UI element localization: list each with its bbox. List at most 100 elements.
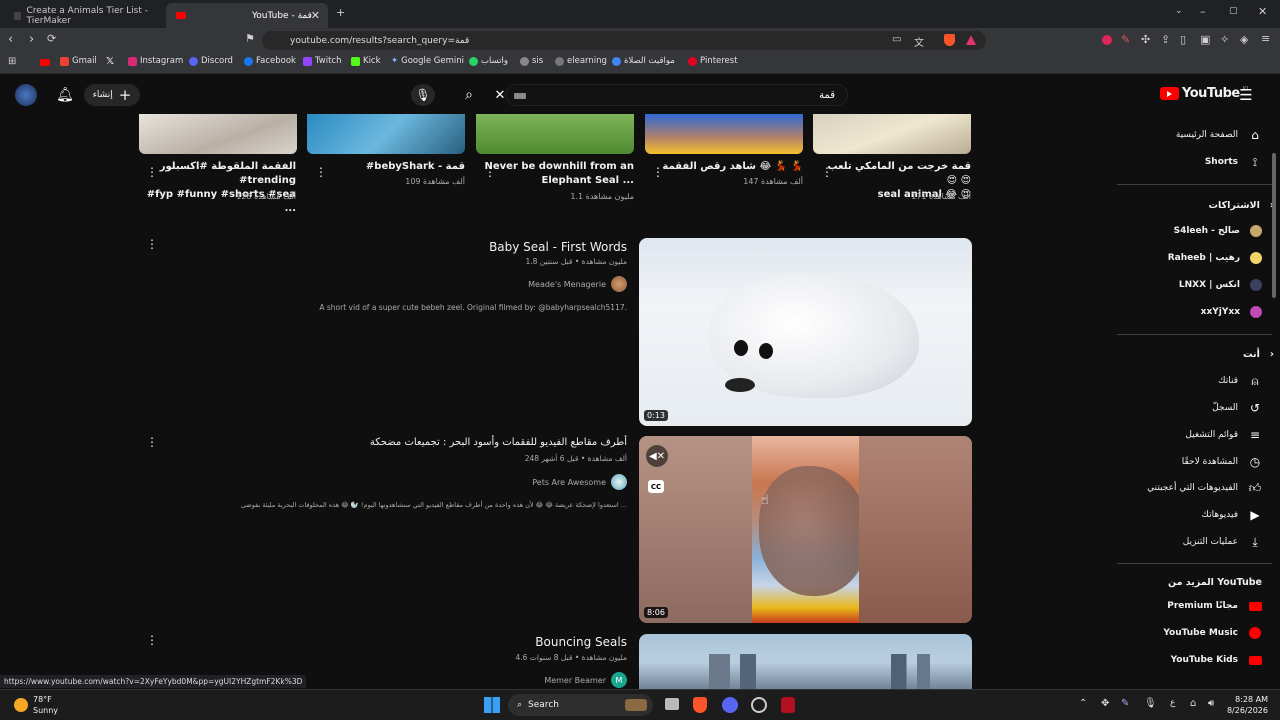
video-thumbnail-3[interactable] xyxy=(639,634,972,690)
tray-network-icon[interactable]: ⌂ xyxy=(1190,698,1196,709)
sidebar-sub-2[interactable]: Raheeb | رهيب xyxy=(1117,245,1280,271)
windows-start-icon[interactable] xyxy=(484,697,500,713)
tab-search-icon[interactable]: ⌄ xyxy=(1175,6,1183,16)
sidebar-item-downloads[interactable]: عمليات التنزيل ⤓ xyxy=(1117,529,1280,555)
notifications-bell-icon[interactable]: 🔔︎ xyxy=(56,86,74,104)
sidebar-sub-3[interactable]: LNXX | انكس xyxy=(1117,272,1280,298)
short-menu-icon-2[interactable]: ⋮ xyxy=(315,165,327,179)
bookmark-discord[interactable]: Discord xyxy=(189,56,233,66)
sidebar-item-playlists[interactable]: قوائم التشغيل ≡ xyxy=(1117,422,1280,448)
sidebar-sub-4[interactable]: xxYjYxx xyxy=(1117,299,1280,325)
short-title-4[interactable]: شاهد رقص الفقمة 😂 💃 💃 xyxy=(653,160,803,174)
bookmark-gemini[interactable]: ✦ Google Gemini xyxy=(391,56,464,66)
captions-icon[interactable]: CC xyxy=(648,480,664,493)
sidebar-item-premium[interactable]: Premium مجانًا xyxy=(1117,593,1280,619)
bookmark-instagram[interactable]: Instagram xyxy=(128,56,183,66)
bookmark-x[interactable]: 𝕏 xyxy=(106,56,114,67)
taskbar-clock[interactable]: 8:28 AM 8/26/2026 xyxy=(1226,694,1268,716)
tray-language-icon[interactable]: ع xyxy=(1170,698,1175,708)
video-title-2[interactable]: أطرف مقاطع الفيديو للفقمات وأسود البحر :… xyxy=(370,437,627,448)
translate-icon[interactable]: 文 xyxy=(914,34,924,49)
video-channel-1[interactable]: Meade's Menagerie xyxy=(528,276,627,292)
youtube-logo[interactable]: YouTube JO xyxy=(1160,86,1248,101)
short-title-3[interactable]: Never be downhill from an Elephant Seal … xyxy=(484,160,634,188)
video-channel-2[interactable]: Pets Are Awesome xyxy=(532,474,627,490)
sidebar-item-watch-later[interactable]: المشاهدة لاحقًا ◷ xyxy=(1117,449,1280,475)
video-title-1[interactable]: Baby Seal - First Words xyxy=(489,240,627,254)
short-menu-icon-5[interactable]: ⋮ xyxy=(821,165,833,179)
sidebar-subscriptions-header[interactable]: الاشتراكات› xyxy=(1117,192,1280,218)
forward-icon[interactable]: › xyxy=(29,32,34,47)
app-taskbar-icon[interactable] xyxy=(781,697,795,713)
vpn-icon[interactable]: ◈ xyxy=(1240,33,1248,46)
video-menu-icon-1[interactable]: ⋮ xyxy=(146,237,158,251)
sidebar-scrollbar[interactable] xyxy=(1272,153,1276,298)
sidebar-item-kids[interactable]: YouTube Kids xyxy=(1117,647,1280,673)
brave-shield-icon[interactable] xyxy=(944,34,955,46)
video-channel-3[interactable]: Memer Beamer M xyxy=(544,672,627,688)
short-menu-icon-1[interactable]: ⋮ xyxy=(146,165,158,179)
share-icon[interactable]: ⇪ xyxy=(1161,33,1170,46)
bookmark-prayer-times[interactable]: مواقيت الصلاة xyxy=(612,56,675,66)
sidebar-item-liked[interactable]: الفيديوهات التي أعجبتني 👍︎ xyxy=(1117,475,1280,501)
sidebar-item-music[interactable]: YouTube Music xyxy=(1117,620,1280,646)
reload-icon[interactable]: ⟳ xyxy=(47,32,56,45)
tray-volume-icon[interactable]: 🔊︎ xyxy=(1208,698,1214,709)
task-view-icon[interactable] xyxy=(665,698,679,710)
extension-icon[interactable]: ✎ xyxy=(1121,33,1130,46)
wallet-icon[interactable]: ▣ xyxy=(1200,33,1210,46)
weather-widget[interactable]: 78°F Sunny xyxy=(33,694,58,716)
bookmark-pinterest[interactable]: Pinterest xyxy=(688,56,738,66)
taskbar-search[interactable]: ⌕ Search xyxy=(508,694,653,716)
tab-youtube[interactable]: YouTube - قمة ✕ xyxy=(166,3,328,28)
short-thumb-4[interactable] xyxy=(645,114,803,154)
puzzle-icon[interactable]: ✣ xyxy=(1141,33,1150,46)
short-thumb-2[interactable] xyxy=(307,114,465,154)
tray-pen-icon[interactable]: ✎ xyxy=(1121,698,1129,709)
sidebar-icon[interactable]: ▯ xyxy=(1180,33,1186,46)
url-field[interactable]: youtube.com/results?search_query=قمة xyxy=(262,31,986,50)
video-thumbnail-2[interactable]: ◀✕ CC 8:06 xyxy=(639,436,972,623)
keyboard-icon[interactable] xyxy=(514,93,526,99)
tab-tiermaker[interactable]: Create a Animals Tier List - TierMaker xyxy=(4,3,164,28)
new-tab-icon[interactable]: + xyxy=(336,6,345,19)
maximize-icon[interactable]: ▢ xyxy=(1229,6,1238,16)
sidebar-item-home[interactable]: الصفحة الرئيسية ⌂ xyxy=(1117,122,1280,148)
short-menu-icon-4[interactable]: ⋮ xyxy=(652,165,664,179)
bookmark-elearning[interactable]: elearning xyxy=(555,56,607,66)
sidebar-item-your-channel[interactable]: قناتك ⍝ xyxy=(1117,368,1280,394)
steam-taskbar-icon[interactable] xyxy=(751,697,767,713)
sidebar-item-history[interactable]: السجلّ ↺ xyxy=(1117,395,1280,421)
back-icon[interactable]: ‹ xyxy=(8,32,13,47)
apps-icon[interactable]: ⊞ xyxy=(8,56,16,67)
channel-avatar-icon[interactable] xyxy=(15,84,37,106)
menu-icon[interactable]: ≡ xyxy=(1261,32,1270,45)
minimize-icon[interactable]: – xyxy=(1200,5,1206,18)
leo-icon[interactable]: ✧ xyxy=(1220,33,1229,46)
hamburger-menu-icon[interactable]: ☰ xyxy=(1237,85,1255,105)
short-thumb-1[interactable] xyxy=(139,114,297,154)
sidebar-sub-1[interactable]: S4leeh - صالح xyxy=(1117,218,1280,244)
record-extension-icon[interactable] xyxy=(1102,35,1112,45)
bookmark-sis[interactable]: sis xyxy=(520,56,543,66)
short-thumb-5[interactable] xyxy=(813,114,971,154)
bookmark-twitch[interactable]: Twitch xyxy=(303,56,342,66)
sidebar-you-header[interactable]: أنت › xyxy=(1117,341,1280,367)
bookmark-gmail[interactable]: Gmail xyxy=(60,56,97,66)
mute-icon[interactable]: ◀✕ xyxy=(646,445,668,467)
sidebar-item-shorts[interactable]: Shorts ⟟ xyxy=(1117,149,1280,175)
close-tab-icon[interactable]: ✕ xyxy=(311,9,320,22)
video-menu-icon-3[interactable]: ⋮ xyxy=(146,633,158,647)
search-input[interactable]: قمة xyxy=(505,84,848,106)
search-icon[interactable]: ⌕ xyxy=(458,85,480,105)
bookmark-kick[interactable]: Kick xyxy=(351,56,381,66)
weather-sun-icon[interactable] xyxy=(14,698,28,712)
short-thumb-3[interactable] xyxy=(476,114,634,154)
create-button[interactable]: إنشاء + xyxy=(84,84,140,106)
short-title-2[interactable]: #bebyShark - قمة xyxy=(315,160,465,174)
brave-taskbar-icon[interactable] xyxy=(693,697,707,713)
sidebar-item-your-videos[interactable]: فيديوهاتك ▶ xyxy=(1117,502,1280,528)
bookmark-facebook[interactable]: Facebook xyxy=(244,56,296,66)
brave-rewards-icon[interactable] xyxy=(966,35,976,45)
bookmark-icon[interactable]: ⚑ xyxy=(245,32,255,45)
